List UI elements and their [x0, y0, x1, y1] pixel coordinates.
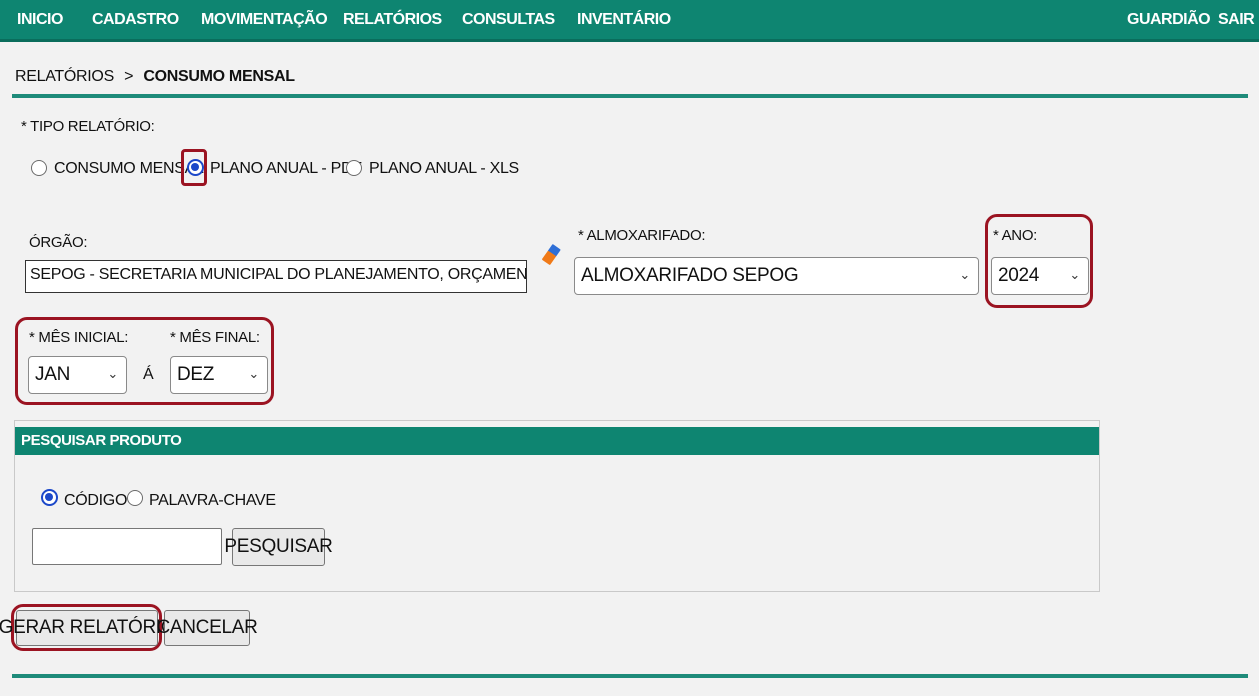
generate-report-button[interactable]: GERAR RELATÓRIO	[0, 610, 176, 646]
almoxarifado-value: ALMOXARIFADO SEPOG	[581, 265, 799, 286]
breadcrumb-parent[interactable]: RELATÓRIOS	[15, 68, 114, 85]
breadcrumb-current: CONSUMO MENSAL	[143, 68, 295, 85]
nav-relatorios[interactable]: RELATÓRIOS	[343, 11, 442, 29]
search-product-title: PESQUISAR PRODUTO	[15, 427, 1099, 455]
eraser-icon[interactable]	[538, 242, 564, 268]
radio-plano-anual-xls[interactable]	[346, 160, 362, 176]
mes-inicial-value: JAN	[35, 364, 70, 385]
radio-codigo[interactable]	[41, 489, 58, 506]
nav-inventario[interactable]: INVENTÁRIO	[577, 11, 671, 29]
search-product-panel: PESQUISAR PRODUTO CÓDIGO PALAVRA-CHAVE P…	[14, 420, 1100, 592]
ano-value: 2024	[998, 265, 1040, 286]
mes-final-value: DEZ	[177, 364, 215, 385]
orgao-field: SEPOG - SECRETARIA MUNICIPAL DO PLANEJAM…	[25, 260, 527, 293]
nav-consultas[interactable]: CONSULTAS	[462, 11, 555, 29]
radio-plano-anual-xls-label[interactable]: PLANO ANUAL - XLS	[369, 160, 519, 178]
chevron-down-icon: ⌄	[959, 267, 970, 283]
nav-movimentacao[interactable]: MOVIMENTAÇÃO	[201, 11, 328, 29]
radio-plano-anual-pdf-label[interactable]: PLANO ANUAL - PDF	[210, 160, 362, 178]
radio-palavra-chave-label[interactable]: PALAVRA-CHAVE	[149, 492, 276, 510]
search-button[interactable]: PESQUISAR	[224, 528, 333, 566]
search-input[interactable]	[32, 528, 222, 565]
ano-label: * ANO:	[993, 227, 1038, 244]
mes-inicial-select[interactable]: JAN ⌄	[28, 356, 127, 394]
mes-final-label: * MÊS FINAL:	[170, 329, 260, 346]
breadcrumb: RELATÓRIOS > CONSUMO MENSAL	[15, 68, 295, 86]
ano-select[interactable]: 2024 ⌄	[991, 257, 1089, 295]
almoxarifado-select[interactable]: ALMOXARIFADO SEPOG ⌄	[574, 257, 979, 295]
radio-palavra-chave[interactable]	[127, 490, 143, 506]
chevron-down-icon: ⌄	[107, 366, 118, 382]
header-divider	[12, 94, 1248, 98]
radio-consumo-mensal[interactable]	[31, 160, 47, 176]
chevron-down-icon: ⌄	[1069, 267, 1080, 283]
nav-guardiao[interactable]: GUARDIÃO	[1127, 11, 1211, 29]
top-navigation-bar: INICIO CADASTRO MOVIMENTAÇÃO RELATÓRIOS …	[0, 0, 1259, 42]
orgao-label: ÓRGÃO:	[29, 234, 88, 251]
cancel-button[interactable]: CANCELAR	[156, 610, 258, 646]
radio-codigo-label[interactable]: CÓDIGO	[64, 492, 127, 510]
month-range-separator: Á	[143, 366, 154, 383]
nav-cadastro[interactable]: CADASTRO	[92, 11, 179, 29]
radio-plano-anual-pdf[interactable]	[187, 159, 204, 176]
report-type-label: * TIPO RELATÓRIO:	[21, 118, 155, 135]
breadcrumb-separator: >	[124, 68, 134, 85]
chevron-down-icon: ⌄	[248, 366, 259, 382]
mes-inicial-label: * MÊS INICIAL:	[29, 329, 129, 346]
mes-final-select[interactable]: DEZ ⌄	[170, 356, 268, 394]
footer-divider	[12, 674, 1248, 678]
nav-inicio[interactable]: INICIO	[17, 11, 63, 29]
nav-sair[interactable]: SAIR	[1218, 11, 1255, 29]
almoxarifado-label: * ALMOXARIFADO:	[578, 227, 706, 244]
